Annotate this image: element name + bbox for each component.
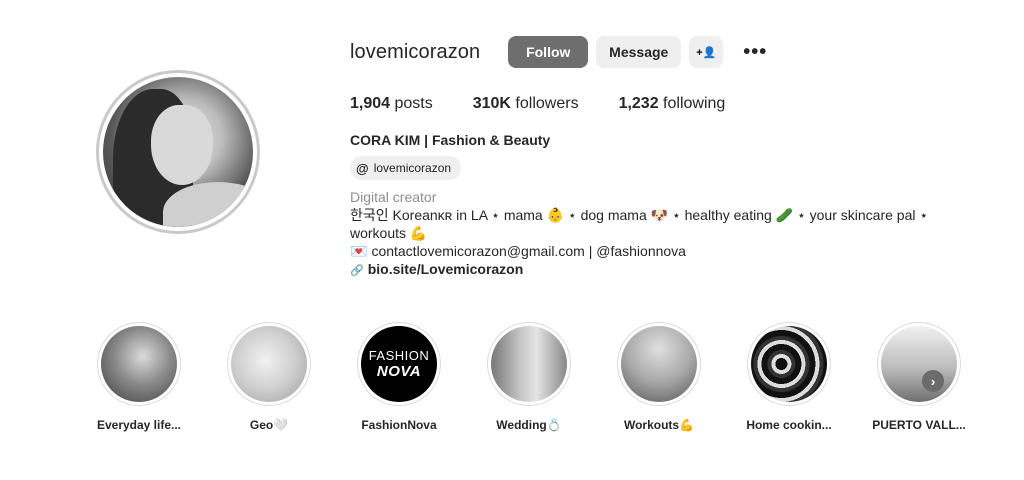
highlight-label: Home cookin... — [746, 418, 832, 432]
highlight-ring — [617, 322, 701, 406]
profile-avatar[interactable] — [96, 70, 260, 234]
bio: Digital creator 한국인 Koreanᴋʀ in LA ⋆ mam… — [350, 188, 940, 280]
threads-icon: @ — [356, 160, 369, 176]
bio-contact: 💌 contactlovemicorazon@gmail.com | @fashi… — [350, 242, 940, 260]
love-letter-icon: 💌 — [350, 243, 368, 259]
link-icon: 🔗 — [350, 265, 364, 277]
message-button[interactable]: Message — [596, 36, 682, 68]
followers-stat[interactable]: 310K followers — [473, 95, 579, 113]
highlight-ring — [877, 322, 961, 406]
highlight-ring — [97, 322, 181, 406]
more-options-icon[interactable]: ••• — [743, 42, 767, 62]
highlight-ring — [227, 322, 311, 406]
avatar-photo — [103, 77, 253, 227]
highlight-ring — [487, 322, 571, 406]
bio-line-1: 한국인 Koreanᴋʀ in LA ⋆ mama 👶 ⋆ dog mama 🐶… — [350, 207, 929, 223]
add-user-icon: +👤 — [696, 46, 717, 59]
highlight-cover — [751, 326, 827, 402]
bio-link[interactable]: bio.site/Lovemicorazon — [368, 261, 524, 277]
posts-stat: 1,904 posts — [350, 95, 433, 112]
bio-link-row[interactable]: 🔗 bio.site/Lovemicorazon — [350, 260, 940, 280]
contact-text: contactlovemicorazon@gmail.com | @fashio… — [371, 243, 686, 259]
suggested-users-button[interactable]: +👤 — [689, 36, 724, 68]
profile-stats: 1,904 posts 310K followers 1,232 followi… — [350, 95, 765, 113]
highlight-label: FashionNova — [361, 418, 437, 432]
highlight-home-cooking[interactable]: Home cookin... — [724, 322, 854, 432]
highlight-puerto-vallarta[interactable]: PUERTO VALL... — [854, 322, 984, 432]
highlight-label: Geo🤍 — [249, 418, 289, 432]
chevron-right-icon[interactable]: › — [922, 370, 944, 392]
username: lovemicorazon — [350, 40, 481, 63]
bio-line-2: workouts 💪 — [350, 225, 428, 241]
fashionnova-logo-bottom: NOVA — [376, 363, 422, 380]
highlight-wedding[interactable]: Wedding💍 — [464, 322, 594, 432]
story-highlights: Everyday life... Geo🤍 FASHION NOVA Fashi… — [74, 322, 984, 432]
profile-header: lovemicorazon Follow Message +👤 ••• — [350, 36, 767, 68]
highlight-cover: FASHION NOVA — [361, 326, 437, 402]
highlight-cover — [881, 326, 957, 402]
highlight-cover — [231, 326, 307, 402]
threads-badge[interactable]: @ lovemicorazon — [350, 156, 462, 180]
highlight-cover — [101, 326, 177, 402]
highlight-geo[interactable]: Geo🤍 — [204, 322, 334, 432]
follow-button[interactable]: Follow — [508, 36, 589, 68]
threads-handle: lovemicorazon — [373, 161, 452, 175]
highlight-label: PUERTO VALL... — [872, 418, 966, 432]
highlight-label: Workouts💪 — [623, 418, 695, 432]
highlight-cover — [621, 326, 697, 402]
category-label: Digital creator — [350, 189, 437, 205]
highlight-ring: FASHION NOVA — [357, 322, 441, 406]
highlight-label: Wedding💍 — [496, 418, 562, 432]
highlight-fashionnova[interactable]: FASHION NOVA FashionNova — [334, 322, 464, 432]
highlight-workouts[interactable]: Workouts💪 — [594, 322, 724, 432]
highlight-everyday-life[interactable]: Everyday life... — [74, 322, 204, 432]
highlight-label: Everyday life... — [96, 418, 182, 432]
following-stat[interactable]: 1,232 following — [619, 95, 726, 113]
fashionnova-logo-top: FASHION — [368, 348, 430, 363]
full-name: CORA KIM | Fashion & Beauty — [350, 132, 551, 148]
highlight-cover — [491, 326, 567, 402]
highlight-ring — [747, 322, 831, 406]
